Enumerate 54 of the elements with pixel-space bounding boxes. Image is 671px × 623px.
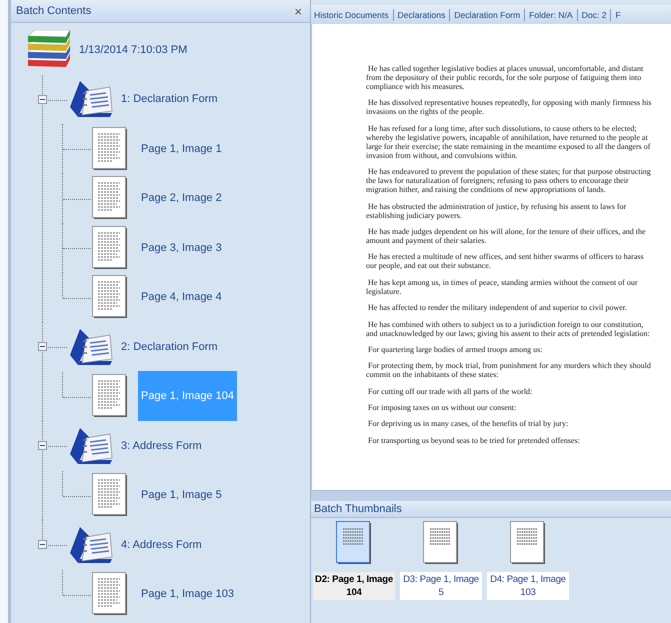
document-label[interactable]: 4: Address Form: [121, 538, 202, 551]
page-thumbnail-icon: [92, 374, 128, 418]
document-paragraph: He has affected to render the military independent of and superior to civil power.: [367, 303, 628, 312]
page-thumbnail-icon: [92, 275, 128, 320]
document-label[interactable]: 1: Declaration Form: [121, 93, 218, 106]
collapse-toggle[interactable]: [38, 540, 47, 549]
document-paragraph: For imposing taxes on us without our consent:: [367, 403, 518, 412]
document-paragraph: He has refused for a long time, after such dissolutions, to cause others to be elected; whereby the legislative powers, incapable of annihilation, have returned to the people at large for their exercise; the state remaining in the meantime exposed to all the dangers of invasion from without, and convulsions within.: [366, 124, 652, 160]
document-paragraph: He has kept among us, in times of peace, standing armies without the consent of our legislature.: [366, 278, 638, 296]
page-thumbnail-icon: [92, 176, 128, 220]
document-paragraph: For protecting them, by mock trial, from punishment for any murders which they should commit on the inhabitants of these states:: [366, 361, 652, 380]
document-paragraph: For quartering large bodies of armed troops among us:: [367, 344, 544, 354]
page-thumbnail-icon: [92, 126, 128, 171]
breadcrumb-item[interactable]: F: [610, 8, 625, 20]
thumbnail-caption[interactable]: D2: Page 1, Image 104: [313, 572, 395, 600]
breadcrumb-item[interactable]: Folder: N/A: [524, 8, 577, 20]
document-paragraph: For transporting us beyond seas to be tried for pretended offenses:: [367, 436, 581, 445]
page-label[interactable]: Page 1, Image 5: [138, 470, 225, 520]
document-label[interactable]: 3: Address Form: [121, 440, 202, 452]
page-label[interactable]: Page 2, Image 2: [138, 173, 225, 224]
document-paragraph: He has called together legislative bodies at places unusual, uncomfortable, and distant from the depository of their public records, for the sole purpose of fatiguing them into compliance with his measures.: [366, 64, 644, 91]
page-thumbnail-icon: [92, 226, 128, 270]
document-paragraph: He has combined with others to subject us to a jurisdiction foreign to our constitution, and unacknowledged by our laws; giving his assent to their acts of pretended legislation:: [366, 320, 651, 338]
page-thumbnail-icon: [510, 521, 546, 565]
breadcrumb-item[interactable]: Historic Documents: [311, 8, 392, 20]
page-label[interactable]: Page 4, Image 4: [138, 272, 225, 322]
document-paragraph: He has endeavored to prevent the population of these states; for that purpose obstructing the laws for naturalization of foreigners; refusing to pass others to encourage their migration hither, and raising the conditions of new appropriations of lands.: [366, 167, 652, 194]
close-button[interactable]: ×: [292, 4, 304, 18]
document-paragraph: For cutting off our trade with all parts of the world:: [367, 386, 534, 396]
thumbnail-caption[interactable]: D3: Page 1, Image 5: [400, 572, 482, 600]
page-thumbnail-icon: [92, 473, 128, 518]
page-label[interactable]: Page 1, Image 1: [138, 124, 225, 174]
document-paragraph: He has obstructed the administration of justice, by refusing his assent to laws for establishing judiciary powers.: [366, 202, 628, 220]
page-label[interactable]: Page 1, Image 103: [138, 569, 237, 620]
panel-title: Batch Thumbnails: [314, 503, 402, 515]
document-paragraph: For depriving us in many cases, of the benefits of trial by jury:: [367, 419, 570, 428]
batch-date[interactable]: 1/13/2014 7:10:03 PM: [79, 44, 188, 56]
breadcrumb-item[interactable]: Declarations: [392, 8, 450, 20]
page-thumbnail-icon: [92, 572, 128, 616]
breadcrumb-item[interactable]: Declaration Form: [449, 8, 524, 20]
panel-title: Batch Contents: [16, 5, 92, 17]
tray-stack-icon: [26, 30, 72, 70]
collapse-toggle[interactable]: [38, 441, 47, 450]
document-label[interactable]: 2: Declaration Form: [121, 340, 218, 353]
breadcrumb-item[interactable]: Doc: 2: [576, 8, 610, 20]
collapse-toggle[interactable]: [38, 342, 47, 351]
collapse-toggle[interactable]: [38, 94, 47, 104]
document-paragraph: He has made judges dependent on his will alone, for the tenure of their offices, and the amount and payment of their salaries.: [366, 226, 647, 245]
document-paragraph: He has dissolved representative houses repeatedly, for opposing with manly firmness his invasions on the rights of the people.: [366, 98, 652, 116]
thumbnail-caption[interactable]: D4: Page 1, Image 103: [487, 572, 569, 600]
page-label[interactable]: Page 3, Image 3: [138, 222, 225, 273]
page-thumbnail-icon: [423, 521, 459, 565]
document-paragraph: He has erected a multitude of new offices, and sent hither swarms of officers to harass our people, and eat out their substance.: [366, 252, 645, 270]
page-thumbnail-icon: [336, 521, 372, 565]
